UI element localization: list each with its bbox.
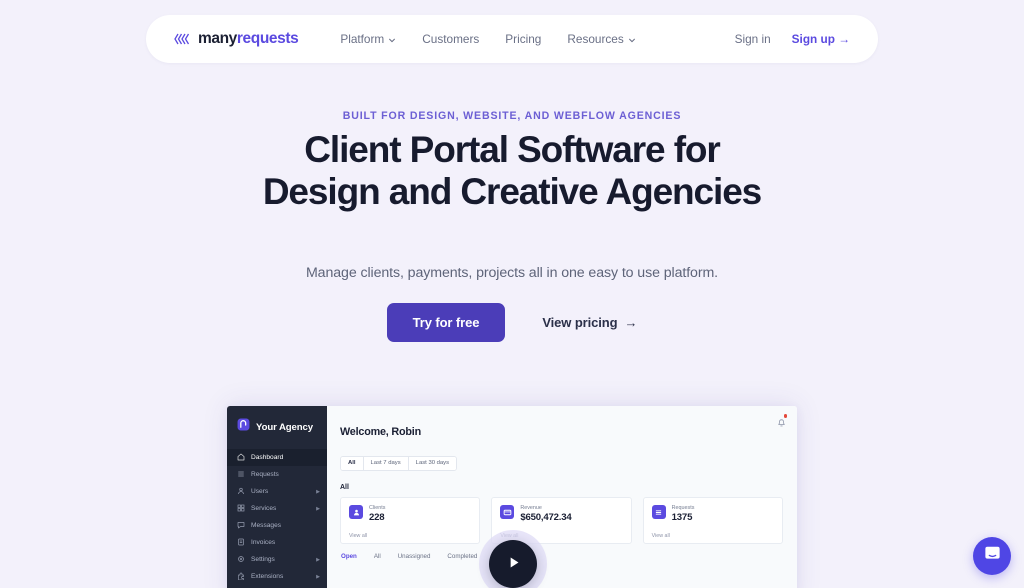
sign-in-link[interactable]: Sign in	[735, 32, 771, 46]
site-logo[interactable]: manyrequests	[174, 30, 299, 48]
nav-actions: Sign in Sign up →	[735, 32, 850, 46]
tab-unassigned[interactable]: Unassigned	[398, 553, 431, 560]
stats-row: Clients 228 View all Revenue $650,472.34	[340, 497, 797, 544]
agency-logo-icon	[237, 418, 250, 436]
view-all-clients-link[interactable]: View all	[349, 533, 367, 539]
arrow-right-icon: →	[624, 315, 638, 330]
nav-item-platform[interactable]: Platform	[340, 32, 396, 46]
extension-icon	[237, 572, 245, 582]
range-filter-last-30-days[interactable]: Last 30 days	[408, 457, 457, 470]
gear-icon	[237, 555, 245, 565]
sidebar-item-users[interactable]: Users ▶	[227, 483, 327, 500]
chevron-down-icon	[628, 35, 636, 44]
view-pricing-label: View pricing	[542, 315, 618, 330]
users-icon	[237, 487, 245, 497]
sidebar-item-messages-label: Messages	[251, 522, 282, 529]
dashboard-main: Welcome, Robin All Last 7 days Last 30 d…	[327, 406, 797, 588]
sidebar-item-messages[interactable]: Messages	[227, 517, 327, 534]
sidebar-item-requests[interactable]: Requests	[227, 466, 327, 483]
sidebar-item-extensions[interactable]: Extensions ▶	[227, 568, 327, 585]
hero-subheading: Manage clients, payments, projects all i…	[305, 265, 719, 281]
revenue-icon	[500, 505, 515, 519]
manyrequests-logo-icon	[174, 32, 191, 46]
sidebar-item-dashboard-label: Dashboard	[251, 454, 284, 461]
requests-icon	[651, 505, 666, 519]
sidebar-item-services[interactable]: Services ▶	[227, 500, 327, 517]
stat-label-requests: Requests	[671, 505, 695, 511]
tab-completed[interactable]: Completed	[447, 553, 477, 560]
play-icon	[505, 554, 522, 574]
chevron-down-icon	[388, 35, 396, 44]
nav-item-pricing[interactable]: Pricing	[505, 32, 541, 46]
intercom-chat-icon	[983, 544, 1002, 568]
logo-word-requests: requests	[236, 30, 299, 47]
section-label: All	[340, 484, 349, 491]
nav-item-resources-label: Resources	[567, 32, 624, 46]
nav-item-pricing-label: Pricing	[505, 32, 542, 46]
notification-badge	[783, 414, 787, 418]
range-filter-last-7-days[interactable]: Last 7 days	[363, 457, 409, 470]
sidebar-item-users-label: Users	[251, 488, 269, 495]
nav-item-platform-label: Platform	[340, 32, 385, 46]
top-navigation-bar: manyrequests Platform Customers Pricing …	[146, 15, 878, 63]
view-all-requests-link[interactable]: View all	[652, 533, 670, 539]
invoice-icon	[237, 538, 245, 548]
date-range-filter: All Last 7 days Last 30 days	[340, 456, 458, 471]
sidebar-item-requests-label: Requests	[251, 471, 279, 478]
stat-value-revenue: $650,472.34	[520, 512, 572, 523]
nav-item-customers-label: Customers	[422, 32, 480, 46]
request-tabs: Open All Unassigned Completed	[340, 544, 797, 560]
landing-page: manyrequests Platform Customers Pricing …	[0, 0, 1024, 588]
chevron-right-icon: ▶	[316, 488, 320, 495]
hero-eyebrow: BUILT FOR DESIGN, WEBSITE, AND WEBFLOW A…	[342, 110, 682, 122]
logo-word-many: many	[198, 30, 237, 47]
agency-name: Your Agency	[256, 421, 314, 433]
nav-item-resources[interactable]: Resources	[567, 32, 635, 46]
try-for-free-button[interactable]: Try for free	[386, 303, 506, 342]
sidebar-item-settings-label: Settings	[251, 556, 275, 563]
stat-label-revenue: Revenue	[520, 505, 542, 511]
chevron-right-icon: ▶	[316, 573, 320, 580]
welcome-heading: Welcome, Robin	[340, 426, 421, 438]
grid-icon	[237, 504, 245, 514]
stat-value-clients: 228	[369, 512, 385, 523]
sidebar-item-invoices-label: Invoices	[251, 539, 276, 546]
sign-up-link[interactable]: Sign up →	[792, 32, 850, 46]
nav-item-customers[interactable]: Customers	[422, 32, 479, 46]
home-icon	[237, 453, 245, 463]
clients-icon	[349, 505, 363, 519]
tab-open[interactable]: Open	[341, 553, 357, 560]
stat-card-requests: Requests 1375 View all	[642, 497, 783, 544]
sidebar-item-invoices[interactable]: Invoices	[227, 534, 327, 551]
sidebar-item-dashboard[interactable]: Dashboard	[227, 449, 327, 466]
range-filter-all[interactable]: All	[341, 457, 364, 470]
hero-cta-row: Try for free View pricing →	[0, 303, 1024, 342]
agency-brand[interactable]: Your Agency	[227, 417, 327, 437]
stat-value-requests: 1375	[671, 512, 693, 523]
stat-label-clients: Clients	[369, 505, 386, 511]
logo-wordmark: manyrequests	[198, 30, 299, 48]
dashboard-sidebar: Your Agency Dashboard Requests Users ▶ S…	[227, 406, 327, 588]
tab-all[interactable]: All	[374, 553, 381, 560]
intercom-launcher-button[interactable]	[973, 537, 1011, 575]
chat-icon	[237, 521, 245, 531]
play-video-button[interactable]	[489, 540, 537, 588]
sidebar-item-settings[interactable]: Settings ▶	[227, 551, 327, 568]
page-title: Client Portal Software for Design and Cr…	[262, 129, 762, 212]
view-pricing-link[interactable]: View pricing →	[542, 315, 637, 330]
stat-card-clients: Clients 228 View all	[340, 497, 481, 544]
chevron-right-icon: ▶	[316, 556, 320, 563]
list-icon	[237, 470, 245, 480]
sidebar-item-services-label: Services	[251, 505, 277, 512]
chevron-right-icon: ▶	[316, 505, 320, 512]
nav-links: Platform Customers Pricing Resources	[340, 32, 635, 46]
sidebar-item-extensions-label: Extensions	[251, 573, 284, 580]
